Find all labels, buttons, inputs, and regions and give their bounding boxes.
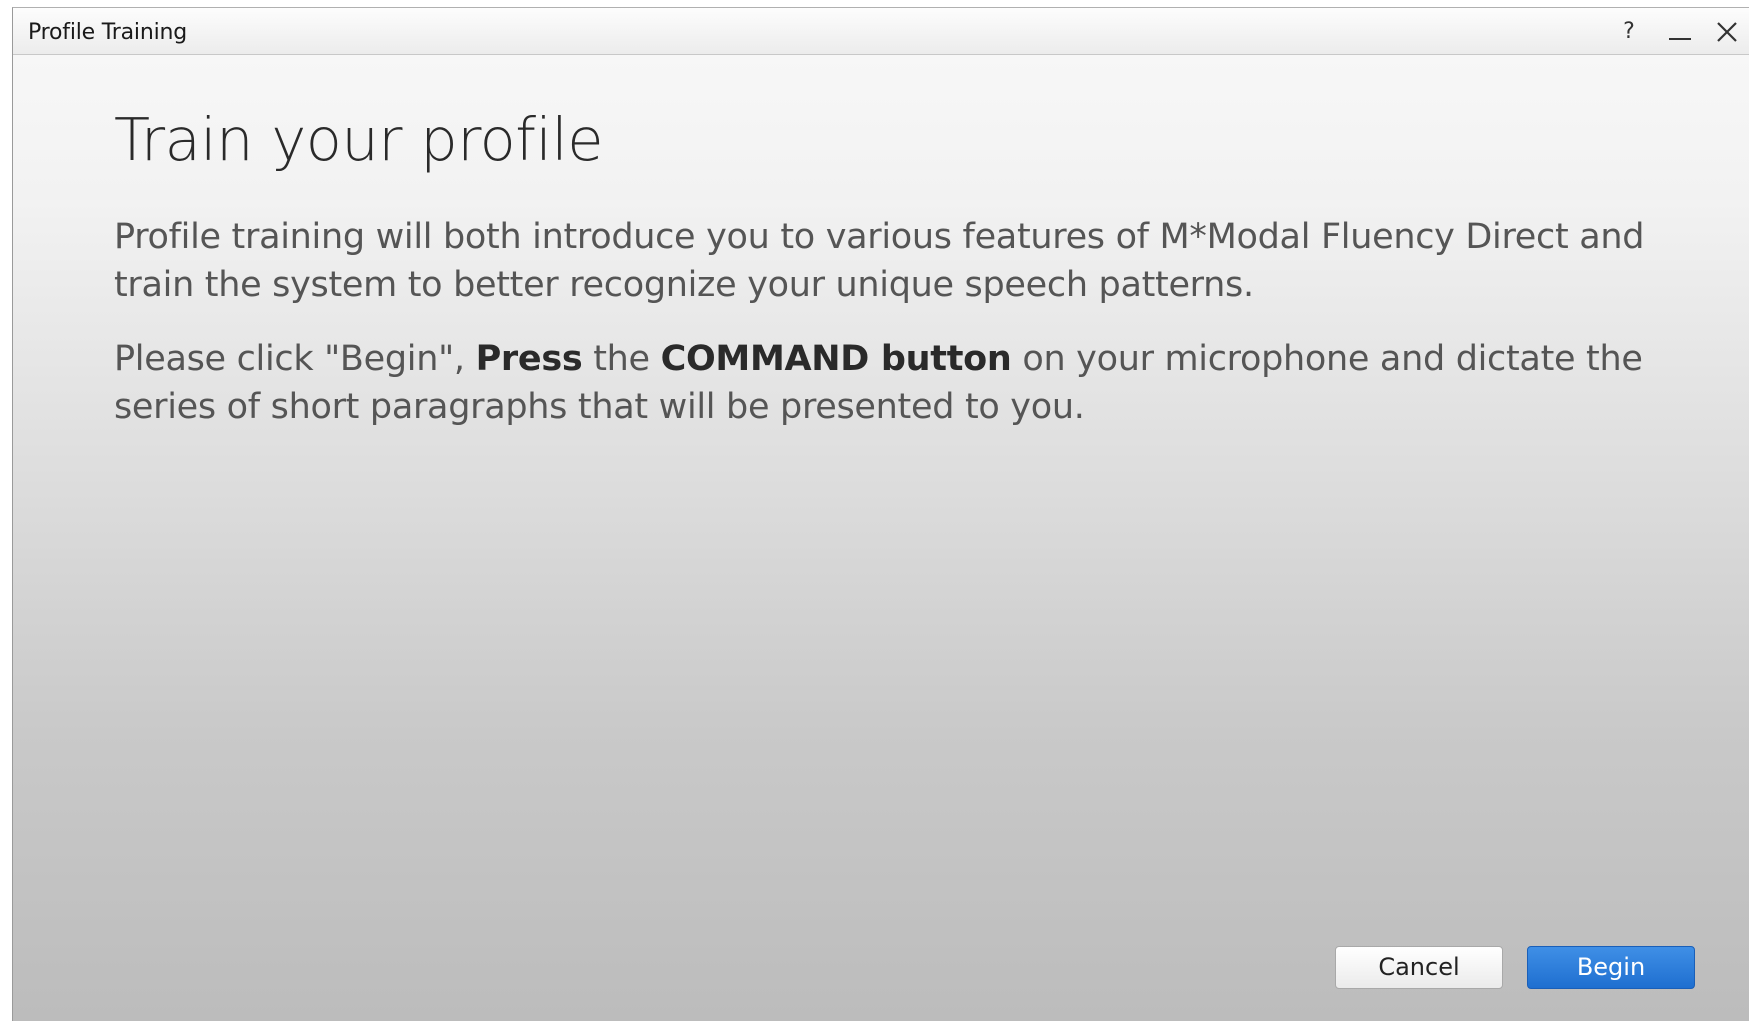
profile-training-window: Profile Training ? Train your profile Pr… — [12, 7, 1749, 1021]
press-emphasis: Press — [475, 339, 583, 379]
instruction-paragraph: Please click "Begin", Press the COMMAND … — [114, 335, 1674, 431]
help-icon[interactable]: ? — [1609, 14, 1649, 50]
instruction-text-1: Please click "Begin", — [114, 339, 476, 379]
window-title: Profile Training — [28, 20, 188, 45]
begin-button[interactable]: Begin — [1527, 946, 1695, 989]
content-area: Train your profile Profile training will… — [13, 55, 1749, 1021]
cancel-button[interactable]: Cancel — [1335, 946, 1503, 989]
page-title: Train your profile — [114, 105, 604, 174]
instruction-text-2: the — [582, 339, 661, 379]
title-bar[interactable]: Profile Training ? — [13, 8, 1749, 55]
intro-paragraph: Profile training will both introduce you… — [114, 217, 1645, 305]
minimize-icon[interactable] — [1659, 14, 1699, 50]
close-icon[interactable] — [1707, 14, 1747, 50]
command-button-emphasis: COMMAND button — [660, 339, 1012, 379]
